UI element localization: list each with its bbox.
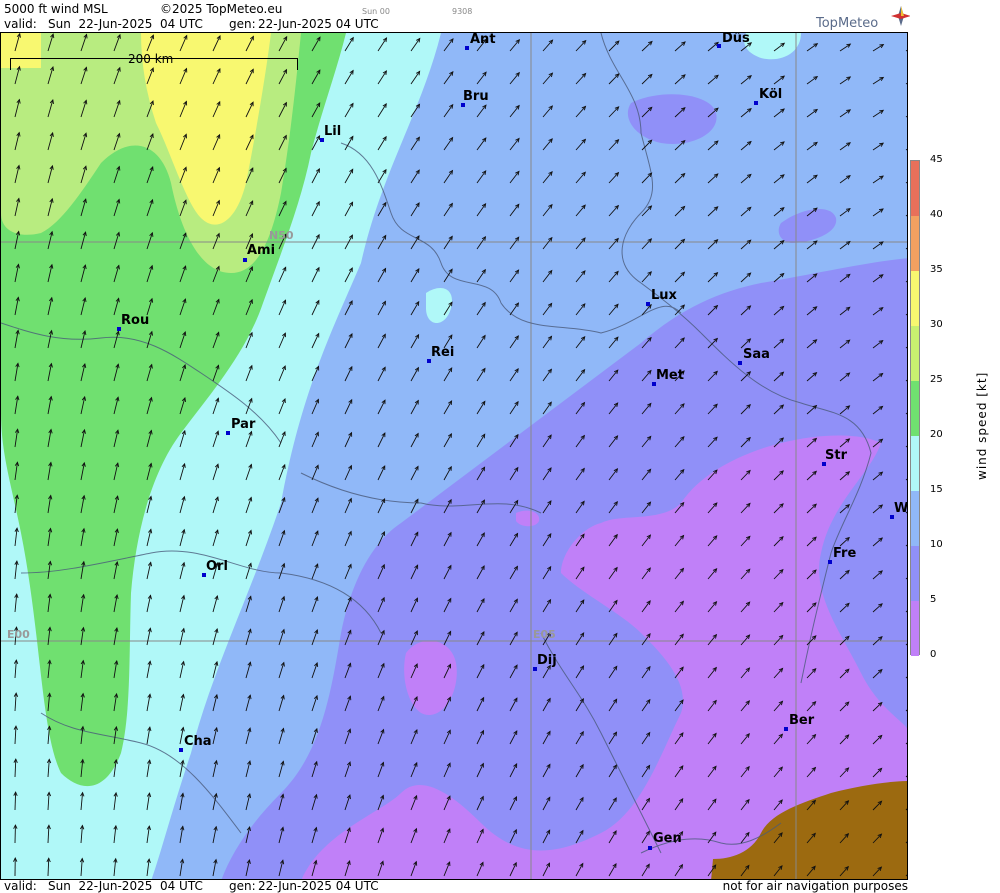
city-label-cha: Cha <box>184 734 212 749</box>
city-marker <box>828 560 832 564</box>
legend-tick: 5 <box>930 594 937 605</box>
legend-band-35-40 <box>911 216 919 271</box>
legend-tick: 0 <box>930 649 937 660</box>
city-label-lil: Lil <box>324 124 342 139</box>
legend-tick: 20 <box>930 429 943 440</box>
legend-band-10-15 <box>911 491 919 546</box>
city-label-par: Par <box>231 417 256 432</box>
city-marker <box>243 258 247 262</box>
city-marker <box>754 101 758 105</box>
legend-band-25-30 <box>911 326 919 381</box>
city-marker <box>226 431 230 435</box>
footer-valid-label: valid: <box>4 879 37 893</box>
footer-gen-label: gen: <box>229 879 256 893</box>
grid-label-lon-b: E05 <box>533 628 556 641</box>
city-marker <box>646 302 650 306</box>
logo-text: TopMeteo <box>816 16 879 31</box>
gen-label: gen: <box>229 17 256 31</box>
city-label-dus: Düs <box>722 32 750 46</box>
legend-tick: 10 <box>930 539 943 550</box>
copyright: ©2025 TopMeteo.eu <box>160 2 283 16</box>
wind-arrow <box>14 792 17 811</box>
city-marker <box>717 44 721 48</box>
city-label-str: Str <box>825 448 847 463</box>
city-marker <box>179 748 183 752</box>
city-label-ant: Ant <box>470 32 496 47</box>
run-small-number: 9308 <box>452 7 473 16</box>
legend-band-40-45 <box>911 161 919 216</box>
city-label-kol: Köl <box>759 87 783 102</box>
wind-speed-legend <box>910 160 920 656</box>
city-label-met: Met <box>656 368 684 383</box>
city-label-gen: Gen <box>653 831 682 846</box>
legend-tick: 25 <box>930 374 943 385</box>
grid-label-lat: N50 <box>269 229 294 242</box>
valid-label: valid: <box>4 17 37 31</box>
legend-band-30-35 <box>911 271 919 326</box>
city-label-rei: Rei <box>431 345 455 360</box>
gen-value: 22-Jun-2025 04 UTC <box>258 17 379 31</box>
city-label-fre: Fre <box>833 546 857 561</box>
scale-bar-label: 200 km <box>128 52 174 66</box>
city-label-saa: Saa <box>743 347 770 362</box>
grid-label-lon-a: E00 <box>7 628 30 641</box>
legend-tick: 40 <box>930 209 943 220</box>
legend-band-5-10 <box>911 546 919 601</box>
city-marker <box>784 727 788 731</box>
wind-map-canvas <box>1 33 907 879</box>
legend-band-0-5 <box>911 601 919 656</box>
product-title: 5000 ft wind MSL <box>4 2 108 16</box>
legend-band-15-20 <box>911 436 919 491</box>
wind-map[interactable]: Ant Düs Bru Köl Lil Ami Rou Rei Lux Met … <box>0 32 908 880</box>
valid-value: Sun 22-Jun-2025 04 UTC <box>48 17 203 31</box>
city-label-lux: Lux <box>651 288 677 303</box>
city-label-rou: Rou <box>121 313 150 328</box>
city-label-w: W <box>894 501 908 516</box>
city-marker <box>738 361 742 365</box>
legend-tick: 45 <box>930 154 943 165</box>
legend-title: wind speed [kt] <box>975 371 989 480</box>
legend-band-20-25 <box>911 381 919 436</box>
legend-tick: 35 <box>930 264 943 275</box>
city-label-orl: Orl <box>206 559 228 574</box>
city-label-ber: Ber <box>789 713 815 728</box>
city-marker <box>648 846 652 850</box>
city-label-bru: Bru <box>463 89 489 104</box>
footer-valid-value: Sun 22-Jun-2025 04 UTC <box>48 879 203 893</box>
footer-disclaimer: not for air navigation purposes <box>722 879 908 893</box>
legend-tick: 15 <box>930 484 943 495</box>
footer-gen-value: 22-Jun-2025 04 UTC <box>258 879 379 893</box>
city-label-dij: Dij <box>537 653 557 668</box>
legend-tick: 30 <box>930 319 943 330</box>
city-label-ami: Ami <box>247 243 276 258</box>
city-marker <box>465 46 469 50</box>
